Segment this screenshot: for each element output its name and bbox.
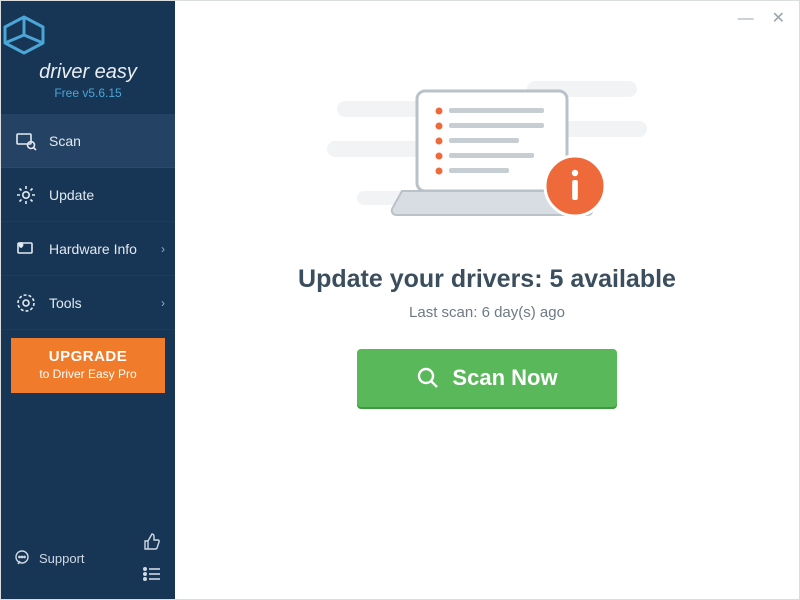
chevron-right-icon: › [161, 242, 165, 256]
sidebar-item-label: Tools [49, 295, 82, 311]
chat-icon [13, 549, 31, 567]
scan-icon [15, 130, 37, 152]
chevron-right-icon: › [161, 296, 165, 310]
brand-name: driver easy [1, 61, 175, 84]
sidebar: driver easy Free v5.6.15 Scan [1, 1, 175, 599]
sidebar-nav: Scan Update i Hardware Info [1, 114, 175, 330]
minimize-button[interactable]: — [738, 11, 754, 27]
gear-icon [15, 184, 37, 206]
thumbs-up-icon[interactable] [141, 531, 163, 553]
sidebar-item-update[interactable]: Update [1, 168, 175, 222]
logo-icon [1, 15, 175, 55]
support-button[interactable]: Support [13, 549, 85, 567]
sidebar-item-label: Update [49, 187, 94, 203]
upgrade-title: UPGRADE [17, 348, 159, 365]
close-button[interactable]: ✕ [772, 11, 785, 27]
bottom-icons [141, 531, 163, 585]
sidebar-item-scan[interactable]: Scan [1, 114, 175, 168]
upgrade-sub: to Driver Easy Pro [17, 367, 159, 381]
last-scan-text: Last scan: 6 day(s) ago [409, 304, 565, 321]
spacer [1, 393, 175, 521]
tools-icon [15, 292, 37, 314]
hardware-info-icon: i [15, 238, 37, 260]
scan-now-label: Scan Now [452, 365, 557, 391]
brand-version: Free v5.6.15 [1, 86, 175, 100]
app-window: driver easy Free v5.6.15 Scan [0, 0, 800, 600]
titlebar: — ✕ [724, 1, 799, 37]
sidebar-item-label: Scan [49, 133, 81, 149]
list-icon[interactable] [141, 563, 163, 585]
support-label: Support [39, 551, 85, 566]
upgrade-button[interactable]: UPGRADE to Driver Easy Pro [11, 338, 165, 393]
content: Update your drivers: 5 available Last sc… [175, 1, 799, 599]
sidebar-item-hardware-info[interactable]: i Hardware Info › [1, 222, 175, 276]
illustration [327, 71, 647, 241]
scan-now-button[interactable]: Scan Now [357, 349, 617, 407]
main-panel: — ✕ [175, 1, 799, 599]
sidebar-bottom: Support [1, 521, 175, 599]
sidebar-item-label: Hardware Info [49, 241, 137, 257]
brand-block: driver easy Free v5.6.15 [1, 1, 175, 110]
search-icon [416, 366, 440, 390]
sidebar-item-tools[interactable]: Tools › [1, 276, 175, 330]
info-badge-icon [545, 156, 605, 216]
headline: Update your drivers: 5 available [298, 265, 676, 294]
